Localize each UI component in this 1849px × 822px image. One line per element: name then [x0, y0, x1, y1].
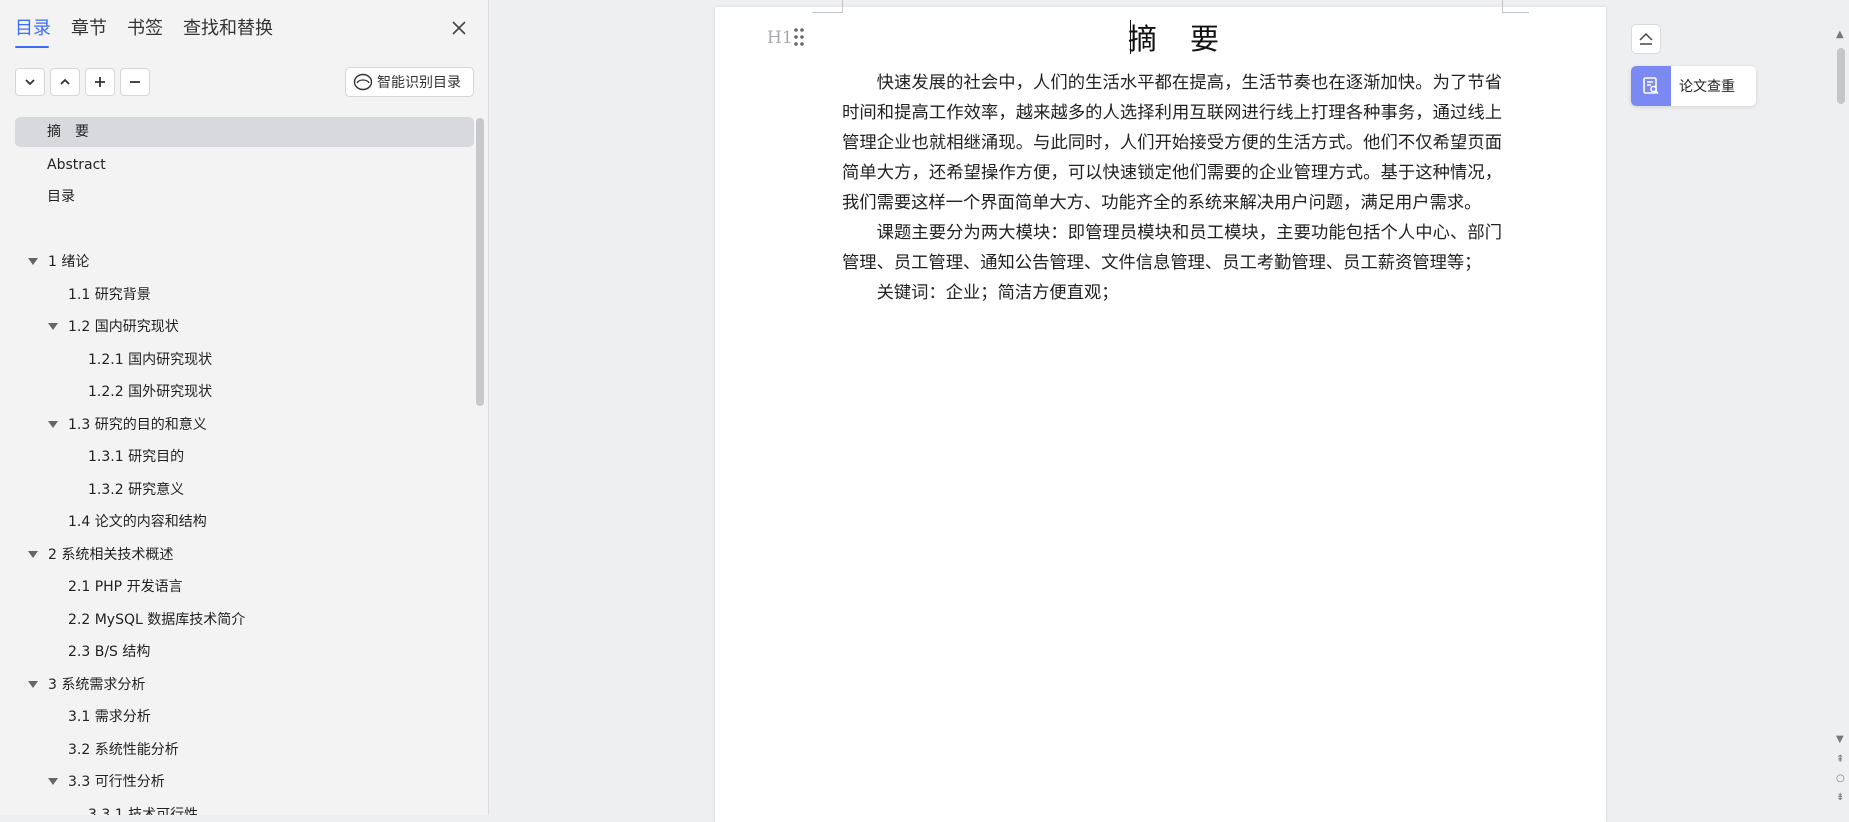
crop-mark [1502, 0, 1529, 13]
toc-item[interactable]: 摘 要 [15, 117, 474, 147]
navigation-pane: 目录 章节 书签 查找和替换 智能识别目录 摘 要 Abstract 目录 1 绪论 1… [0, 0, 489, 815]
paper-check-button[interactable]: 论文查重 [1631, 66, 1756, 106]
heading-level-marker[interactable]: H1 [767, 28, 793, 48]
plus-icon [95, 77, 105, 87]
toc-item[interactable]: 3.2 系统性能分析 [15, 735, 474, 765]
scroll-up-icon[interactable]: ▲ [1836, 30, 1844, 40]
toc-list: 摘 要 Abstract 目录 1 绪论 1.1 研究背景 1.2 国内研究现状 1.2.1… [15, 117, 474, 815]
toc-item[interactable]: 1.1 研究背景 [15, 280, 474, 310]
toc-item[interactable]: 1.2 国内研究现状 [15, 312, 474, 342]
expand-all-button[interactable] [50, 68, 80, 96]
toc-item-label: 2.3 B/S 结构 [68, 644, 151, 660]
tab-chapters[interactable]: 章节 [71, 16, 107, 42]
toc-item[interactable]: 目录 [15, 182, 474, 212]
collapse-all-button[interactable] [15, 68, 45, 96]
demote-level-button[interactable] [120, 68, 150, 96]
toc-item-label: 3.2 系统性能分析 [68, 741, 179, 758]
toc-scrollbar[interactable] [476, 118, 484, 406]
toc-item-label: 1.2 国内研究现状 [68, 319, 179, 335]
expand-triangle-icon[interactable] [48, 420, 58, 428]
toc-item-label: 目录 [47, 189, 75, 205]
expand-triangle-icon[interactable] [28, 550, 38, 558]
toc-item[interactable]: 1.3.2 研究意义 [15, 475, 474, 505]
toc-item-label: 1.3.1 研究目的 [88, 449, 185, 465]
toc-item-label: 1.4 论文的内容和结构 [68, 514, 207, 530]
paragraph[interactable]: 课题主要分为两大模块：即管理员模块和员工模块，主要功能包括个人中心、部门管理、员… [842, 218, 1502, 278]
toc-item-label: 1.1 研究背景 [68, 286, 151, 303]
scrollbar-thumb[interactable] [1837, 48, 1845, 104]
toc-item-label: 3 系统需求分析 [48, 676, 146, 693]
expand-triangle-icon[interactable] [28, 258, 38, 265]
paper-check-icon [1631, 66, 1671, 106]
expand-triangle-icon[interactable] [48, 323, 58, 330]
toc-item[interactable]: 1 绪论 [15, 247, 474, 277]
toc-item-label: 2.2 MySQL 数据库技术简介 [68, 611, 246, 628]
toc-item[interactable]: 2.2 MySQL 数据库技术简介 [15, 605, 474, 635]
toc-item[interactable]: 1.2.2 国外研究现状 [15, 377, 474, 407]
text-caret [1130, 20, 1131, 54]
promote-level-button[interactable] [85, 68, 115, 96]
minus-icon [130, 81, 140, 83]
toc-item[interactable]: 3.1 需求分析 [15, 702, 474, 732]
prev-page-icon[interactable]: ⇞ [1836, 755, 1844, 765]
document-title[interactable]: 摘 要 [1128, 16, 1221, 58]
toc-item[interactable]: 1.3 研究的目的和意义 [15, 410, 474, 440]
toc-item-label: 1.2.1 国内研究现状 [88, 351, 213, 368]
document-body[interactable]: 快速发展的社会中，人们的生活水平都在提高，生活节奏也在逐渐加快。为了节省时间和提… [842, 68, 1502, 308]
paper-check-label: 论文查重 [1679, 79, 1735, 95]
expand-triangle-icon[interactable] [48, 778, 58, 785]
smart-toc-button[interactable]: 智能识别目录 [345, 67, 474, 97]
toc-item-label: 摘 要 [47, 124, 89, 140]
toc-item[interactable]: 2 系统相关技术概述 [15, 540, 474, 570]
chevron-down-icon [25, 79, 35, 86]
toc-item[interactable]: 1.2.1 国内研究现状 [15, 345, 474, 375]
toc-item[interactable]: 3 系统需求分析 [15, 670, 474, 700]
toc-item[interactable]: 2.3 B/S 结构 [15, 637, 474, 667]
toc-item-label: 2 系统相关技术概述 [48, 546, 174, 563]
active-tab-indicator [15, 46, 49, 48]
toc-item-label: Abstract [47, 156, 106, 173]
close-icon[interactable] [449, 18, 469, 38]
expand-triangle-icon[interactable] [28, 680, 38, 688]
toc-item[interactable]: 1.3.1 研究目的 [15, 442, 474, 472]
chevron-up-icon [60, 78, 70, 85]
select-browse-object-icon[interactable]: ○ [1836, 774, 1845, 784]
toc-item-label: 1.3 研究的目的和意义 [68, 416, 207, 433]
toc-item[interactable]: 3.3 可行性分析 [15, 767, 474, 797]
smart-toc-label: 智能识别目录 [377, 75, 461, 91]
document-scrollbar[interactable]: ▲ ▼ ⇞ ○ ⇟ [1833, 0, 1849, 815]
collapse-panel-button[interactable] [1631, 24, 1661, 54]
crop-mark [812, 0, 843, 13]
tab-toc[interactable]: 目录 [15, 16, 51, 42]
tab-find-replace[interactable]: 查找和替换 [183, 16, 273, 42]
collapse-panel-icon [1639, 32, 1653, 45]
scroll-down-icon[interactable]: ▼ [1836, 735, 1844, 745]
toc-item-label: 3.3 可行性分析 [68, 774, 165, 790]
keywords-paragraph[interactable]: 关键词：企业；简洁方便直观； [842, 278, 1502, 308]
toc-item-label: 1 绪论 [48, 254, 90, 270]
paragraph[interactable]: 快速发展的社会中，人们的生活水平都在提高，生活节奏也在逐渐加快。为了节省时间和提… [842, 68, 1502, 218]
toc-item-label: 1.3.2 研究意义 [88, 481, 185, 498]
toc-item-label: 3.3.1 技术可行性 [88, 806, 199, 816]
ai-face-icon [353, 73, 373, 91]
next-page-icon[interactable]: ⇟ [1836, 793, 1844, 803]
toc-item[interactable]: 1.4 论文的内容和结构 [15, 507, 474, 537]
drag-handle-icon[interactable] [793, 26, 805, 52]
toc-item[interactable]: Abstract [15, 150, 474, 180]
toc-item-label: 3.1 需求分析 [68, 709, 151, 725]
toc-item[interactable]: 2.1 PHP 开发语言 [15, 572, 474, 602]
toc-item-label: 2.1 PHP 开发语言 [68, 579, 183, 595]
toc-item-label: 1.2.2 国外研究现状 [88, 384, 213, 400]
toc-item[interactable]: 3.3.1 技术可行性 [15, 800, 474, 816]
tab-bookmarks[interactable]: 书签 [127, 16, 163, 42]
